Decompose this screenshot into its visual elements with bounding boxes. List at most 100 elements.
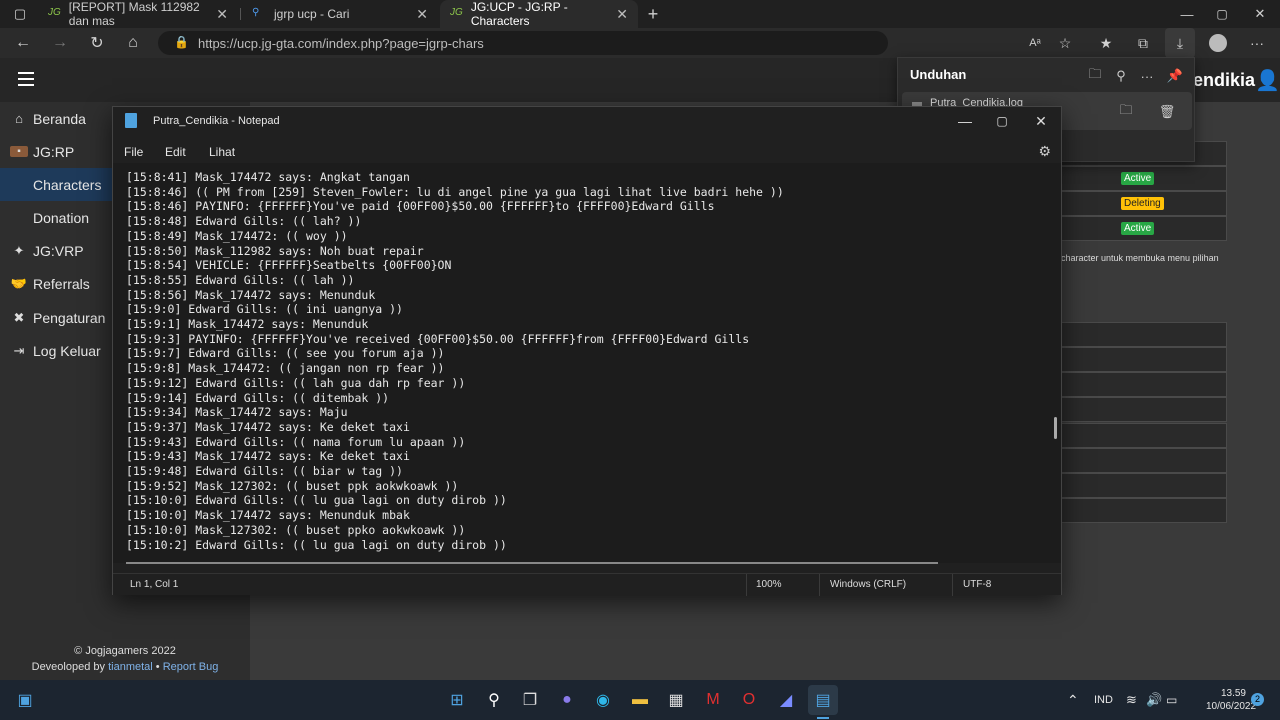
sidebar-item-label: Pengaturan — [33, 309, 106, 326]
tab-characters[interactable]: JG JG:UCP - JG:RP - Characters ✕ — [440, 0, 638, 28]
footer-credits: Deveoloped by tianmetal • Report Bug — [0, 659, 250, 675]
vertical-scrollbar[interactable] — [1054, 417, 1057, 439]
text-line: [15:10:0] Mask_174472 says: Menunduk mba… — [126, 508, 410, 523]
table-row[interactable]: Deleting — [1060, 191, 1227, 216]
text-line: [15:9:7] Edward Gills: (( see you forum … — [126, 346, 445, 361]
more-options-icon[interactable]: ··· — [1135, 64, 1159, 88]
start-icon[interactable]: ⊞ — [442, 685, 472, 715]
search-icon[interactable]: ⚲ — [1109, 64, 1133, 88]
status-divider — [819, 574, 820, 596]
profile-avatar-icon[interactable] — [1203, 28, 1233, 58]
text-line: [15:8:55] Edward Gills: (( lah )) — [126, 272, 355, 287]
text-line: [15:9:8] Mask_174472: (( jangan non rp f… — [126, 361, 445, 376]
notepad-window: Putra_Cendikia - Notepad — ▢ ✕ File Edit… — [112, 106, 1062, 596]
search-icon[interactable]: ⚲ — [479, 685, 509, 715]
gear-icon[interactable]: ⚙ — [1038, 143, 1051, 160]
horizontal-scrollbar[interactable] — [126, 562, 938, 564]
text-line: [15:8:54] VEHICLE: {FFFFFF}Seatbelts {00… — [126, 258, 452, 273]
more-options-icon[interactable]: ··· — [1242, 28, 1272, 58]
text-line: [15:8:41] Mask_174472 says: Angkat tanga… — [126, 170, 410, 184]
user-icon[interactable]: 👤 — [1255, 68, 1280, 93]
handshake-icon: 🤝 — [10, 275, 28, 291]
maximize-icon[interactable]: ▢ — [1207, 0, 1237, 29]
favorites-icon[interactable]: ★ — [1091, 28, 1121, 58]
chevron-up-icon[interactable]: ⌃ — [1067, 680, 1079, 720]
notepad-title: Putra_Cendikia - Notepad — [153, 115, 280, 127]
menu-file[interactable]: File — [124, 141, 143, 163]
new-tab-icon[interactable]: + — [638, 0, 668, 29]
store-icon[interactable]: ▦ — [661, 685, 691, 715]
forward-icon[interactable]: → — [45, 28, 75, 58]
home-icon[interactable]: ⌂ — [118, 28, 148, 58]
wifi-icon[interactable]: ≋ — [1126, 680, 1137, 720]
tab-actions-icon[interactable]: ▢ — [5, 0, 35, 29]
status-badge: Deleting — [1121, 197, 1164, 210]
table-row — [1060, 347, 1227, 372]
collections-icon[interactable]: ⧉ — [1128, 28, 1158, 58]
text-line: [15:9:12] Edward Gills: (( lah gua dah r… — [126, 375, 466, 390]
favorite-add-icon[interactable]: ☆ — [1050, 28, 1080, 58]
menu-edit[interactable]: Edit — [165, 141, 186, 163]
language-indicator[interactable]: IND — [1094, 680, 1113, 720]
home-icon: ⌂ — [15, 111, 23, 126]
text-line: [15:8:56] Mask_174472 says: Menunduk — [126, 287, 376, 302]
refresh-icon[interactable]: ↻ — [82, 28, 112, 58]
minimize-icon[interactable]: — — [1172, 0, 1202, 29]
developer-link[interactable]: tianmetal — [108, 661, 153, 673]
app-icon[interactable]: ◢ — [771, 685, 801, 715]
close-icon[interactable]: ✕ — [616, 6, 628, 23]
report-bug-link[interactable]: Report Bug — [163, 661, 219, 673]
back-icon[interactable]: ← — [8, 28, 38, 58]
battery-icon[interactable]: ▭ — [1166, 680, 1177, 720]
task-view-icon[interactable]: ❐ — [515, 685, 545, 715]
maximize-icon[interactable]: ▢ — [982, 107, 1022, 135]
text-line: [15:8:50] Mask_112982 says: Noh buat rep… — [126, 243, 424, 258]
close-window-icon[interactable]: ✕ — [1245, 0, 1275, 29]
delete-icon[interactable]: 🗑 — [1155, 100, 1179, 124]
read-aloud-icon[interactable]: Aᵃ — [1020, 28, 1050, 58]
clock[interactable]: 13.59 10/06/2022 — [1206, 687, 1256, 713]
close-icon[interactable]: ✕ — [416, 6, 428, 23]
close-icon[interactable]: ✕ — [1021, 107, 1061, 135]
downloads-icon[interactable]: ⤓ — [1165, 28, 1195, 58]
table-row[interactable]: Active — [1060, 166, 1227, 191]
file-explorer-icon[interactable]: ▬ — [625, 685, 655, 715]
table-row — [1060, 498, 1227, 523]
pin-icon[interactable]: 📌 — [1163, 64, 1187, 88]
table-row[interactable]: Active — [1060, 216, 1227, 241]
tab-label: [REPORT] Mask 112982 dan mas — [68, 0, 200, 28]
url-field[interactable]: 🔒 https://ucp.jg-gta.com/index.php?page=… — [158, 31, 888, 55]
text-line: [15:8:46] PAYINFO: {FFFFFF}You've paid {… — [126, 199, 715, 214]
chat-icon[interactable]: ● — [552, 685, 582, 715]
notepad-text-area[interactable]: [15:8:41] Mask_174472 says: Angkat tanga… — [113, 163, 1061, 563]
show-in-folder-icon[interactable]: 🗀 — [1114, 100, 1138, 124]
opera-icon[interactable]: O — [734, 685, 764, 715]
minimize-icon[interactable]: — — [945, 107, 985, 135]
text-line: [15:9:52] Mask_127302: (( buset ppk aokw… — [126, 478, 459, 493]
tab-search[interactable]: ⚲ jgrp ucp - Cari ✕ — [242, 0, 438, 28]
lock-icon: 🔒 — [174, 35, 189, 49]
notepad-menu-bar: File Edit Lihat ⚙ — [113, 141, 1061, 163]
hamburger-menu-icon[interactable] — [18, 72, 34, 86]
table-hint-text: character untuk membuka menu pilihan — [1061, 253, 1219, 263]
notepad-taskbar-icon[interactable]: ▤ — [808, 685, 838, 715]
footer-separator: • — [155, 661, 160, 673]
table-row — [1060, 322, 1227, 347]
site-footer: © Jogjagamers 2022 Deveoloped by tianmet… — [0, 640, 250, 680]
notepad-status-bar: Ln 1, Col 1 100% Windows (CRLF) UTF-8 — [113, 573, 1061, 596]
widgets-icon[interactable]: ▣ — [10, 685, 40, 715]
status-badge: Active — [1121, 222, 1155, 235]
site-username: endikia — [1193, 70, 1256, 90]
jg-favicon-icon: JG — [450, 7, 463, 18]
tab-report[interactable]: JG [REPORT] Mask 112982 dan mas ✕ — [38, 0, 238, 28]
url-text: https://ucp.jg-gta.com/index.php?page=jg… — [198, 35, 484, 51]
open-folder-icon[interactable]: 🗀 — [1083, 64, 1107, 88]
mcafee-icon[interactable]: M — [698, 685, 728, 715]
edge-icon[interactable]: ◉ — [588, 685, 618, 715]
table-row — [1060, 448, 1227, 473]
notification-badge[interactable]: 2 — [1251, 693, 1264, 706]
text-line: [15:9:14] Edward Gills: (( ditembak )) — [126, 390, 390, 405]
menu-view[interactable]: Lihat — [209, 141, 235, 163]
volume-icon[interactable]: 🔊 — [1146, 680, 1162, 720]
close-icon[interactable]: ✕ — [216, 6, 228, 23]
